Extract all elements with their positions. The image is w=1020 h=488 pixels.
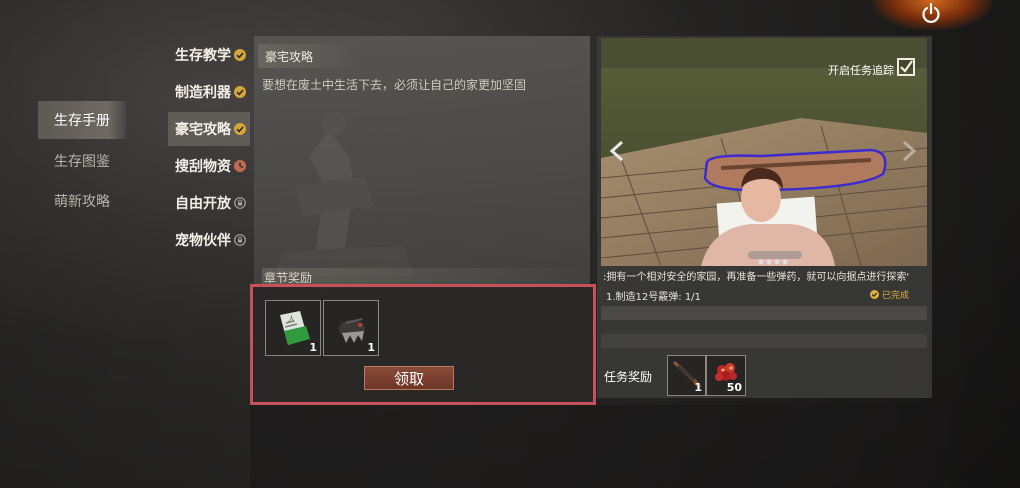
subcategory-label: 搜刮物资 bbox=[175, 159, 231, 175]
progress-icon bbox=[234, 160, 246, 172]
quest-status-label: 已完成 bbox=[882, 291, 910, 301]
svg-text:人: 人 bbox=[288, 315, 295, 323]
completed-icon bbox=[870, 290, 879, 299]
next-arrow-button[interactable] bbox=[900, 140, 918, 162]
footer-shadow bbox=[250, 405, 950, 488]
category-label: 萌新攻略 bbox=[54, 194, 110, 210]
subcategory-label: 宠物伙伴 bbox=[175, 233, 231, 249]
previous-arrow-button[interactable] bbox=[608, 140, 626, 162]
subcategory-label: 生存教学 bbox=[175, 48, 231, 64]
subcategory-label: 制造利器 bbox=[175, 85, 231, 101]
power-icon bbox=[922, 2, 940, 23]
task-reward-label: 任务奖励 bbox=[604, 370, 653, 384]
chevron-left-icon bbox=[609, 140, 624, 162]
reward-qty: 1 bbox=[309, 341, 317, 354]
wasteland-illustration bbox=[274, 112, 414, 276]
check-icon bbox=[234, 49, 246, 61]
subcategory-pet-partner[interactable]: 宠物伙伴 bbox=[168, 223, 250, 257]
check-icon bbox=[234, 123, 246, 135]
task-tracking-checkbox[interactable] bbox=[897, 58, 915, 76]
reward-slot[interactable]: 1 bbox=[323, 300, 379, 356]
quest-status: 已完成 bbox=[870, 288, 909, 301]
task-reward-slot[interactable]: 1 bbox=[667, 355, 706, 396]
task-tracking-label: 开启任务追踪 bbox=[828, 64, 894, 77]
category-label: 生存图鉴 bbox=[54, 154, 110, 170]
task-reward-qty: 1 bbox=[694, 381, 702, 394]
subcategory-scavenge-supplies[interactable]: 搜刮物资 bbox=[168, 149, 250, 183]
category-survival-manual[interactable]: 生存手册 bbox=[38, 101, 126, 139]
category-beginner-guide[interactable]: 萌新攻略 bbox=[38, 182, 126, 220]
checkmark-icon bbox=[900, 60, 913, 73]
subcategory-crafting-weapons[interactable]: 制造利器 bbox=[168, 75, 250, 109]
subcategory-survival-teaching[interactable]: 生存教学 bbox=[168, 38, 250, 72]
subcategory-mansion-guide[interactable]: 豪宅攻略 bbox=[168, 112, 250, 146]
lock-icon bbox=[234, 234, 246, 246]
category-label: 生存手册 bbox=[54, 113, 110, 129]
power-button[interactable] bbox=[916, 0, 946, 26]
subcategory-label: 自由开放 bbox=[175, 196, 231, 212]
carousel-indicator bbox=[748, 251, 802, 265]
category-survival-atlas[interactable]: 生存图鉴 bbox=[38, 142, 126, 180]
chevron-right-icon bbox=[902, 140, 917, 162]
reward-qty: 1 bbox=[367, 341, 375, 354]
task-reward-slot[interactable]: 50 bbox=[706, 355, 746, 396]
quest-divider bbox=[601, 334, 927, 348]
guide-title: 豪宅攻略 bbox=[265, 50, 314, 64]
task-reward-qty: 50 bbox=[726, 381, 742, 394]
subcategory-free-open[interactable]: 自由开放 bbox=[168, 186, 250, 220]
lock-icon bbox=[234, 197, 246, 209]
guide-panel bbox=[254, 36, 590, 288]
check-icon bbox=[234, 86, 246, 98]
quest-divider bbox=[601, 306, 927, 320]
guide-description: 要想在废土中生活下去，必须让自己的家更加坚固 bbox=[262, 78, 527, 92]
quest-description: :拥有一个相对安全的家园，再准备一些弹药，就可以向据点进行探索' bbox=[603, 272, 910, 283]
subcategory-label: 豪宅攻略 bbox=[175, 122, 231, 138]
reward-slot[interactable]: 人 1 bbox=[265, 300, 321, 356]
rewards-header: 章节奖励 bbox=[264, 271, 313, 283]
claim-button[interactable]: 领取 bbox=[364, 366, 454, 390]
quest-progress: 1.制造12号霰弹: 1/1 bbox=[606, 292, 701, 303]
